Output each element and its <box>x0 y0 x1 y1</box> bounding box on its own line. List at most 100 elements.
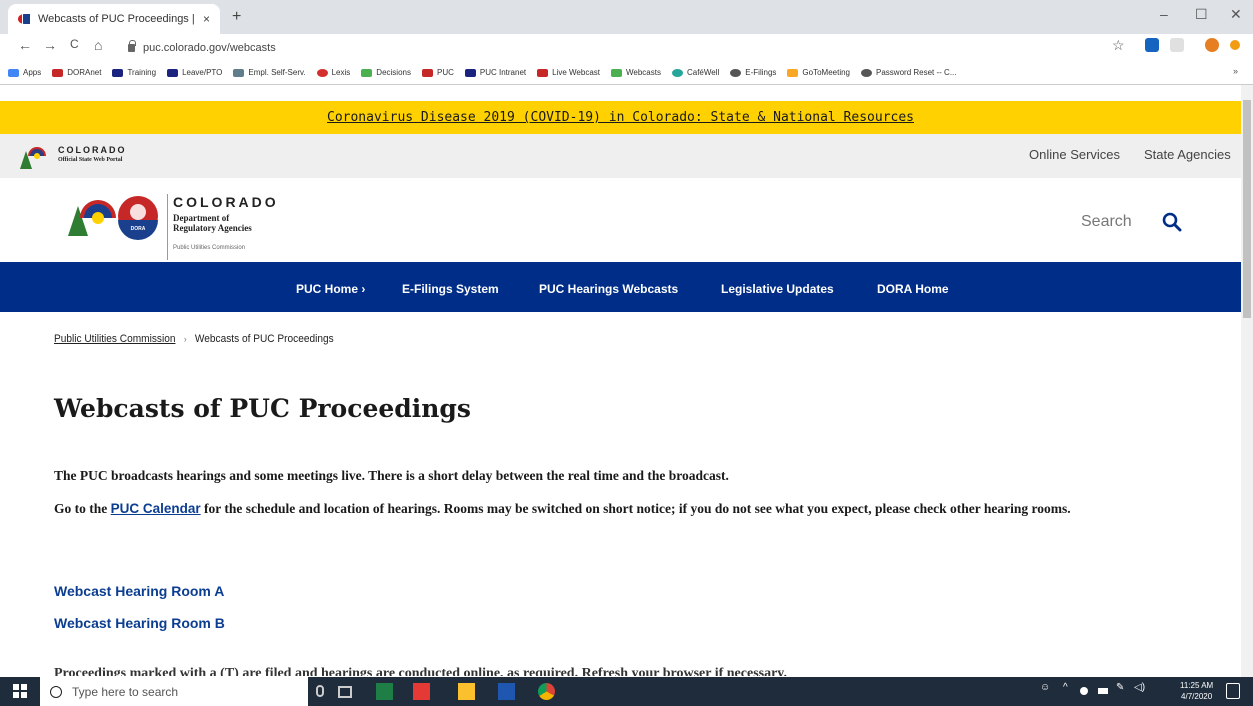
tab-title: Webcasts of PUC Proceedings | <box>38 13 195 25</box>
bookmark-item[interactable]: Lexis <box>316 68 350 77</box>
task-view-icon[interactable] <box>338 686 352 698</box>
maximize-icon[interactable]: ☐ <box>1195 6 1208 23</box>
page-title: Webcasts of PUC Proceedings <box>54 394 471 423</box>
taskbar-search-placeholder: Type here to search <box>72 684 179 699</box>
nav-puc-hearings-webcasts[interactable]: PUC Hearings Webcasts <box>539 282 678 296</box>
breadcrumb: Public Utilities Commission › Webcasts o… <box>54 333 334 345</box>
header-divider <box>167 194 168 260</box>
breadcrumb-current: Webcasts of PUC Proceedings <box>194 333 334 345</box>
profile-avatar[interactable] <box>1205 38 1219 52</box>
online-services-link[interactable]: Online Services <box>1029 147 1120 162</box>
department-name-line1: Department of <box>173 213 230 223</box>
portal-subtitle: Official State Web Portal <box>58 157 123 163</box>
colorado-portal-logo-icon[interactable] <box>20 143 52 169</box>
close-tab-icon[interactable]: × <box>203 12 210 26</box>
dora-logo-icon[interactable]: DORA <box>68 192 160 240</box>
new-tab-button[interactable]: + <box>232 8 241 26</box>
bookmark-item[interactable]: E-Filings <box>730 68 776 77</box>
bookmark-item[interactable]: Apps <box>8 68 41 77</box>
bookmark-item[interactable]: Webcasts <box>611 68 661 77</box>
bookmark-icon <box>421 68 433 77</box>
bookmark-item[interactable]: Password Reset -- C... <box>861 68 956 77</box>
browser-tab[interactable]: Webcasts of PUC Proceedings | × <box>8 4 220 34</box>
network-icon[interactable] <box>1080 687 1088 695</box>
site-favicon-icon <box>18 14 30 24</box>
bookmark-item[interactable]: Live Webcast <box>537 68 600 77</box>
bookmark-item[interactable]: Decisions <box>361 68 411 77</box>
bookmark-icon <box>671 68 683 77</box>
covid-resources-link[interactable]: Coronavirus Disease 2019 (COVID-19) in C… <box>327 110 914 125</box>
bookmark-item[interactable]: Empl. Self-Serv. <box>233 68 306 77</box>
microphone-icon[interactable] <box>316 685 324 697</box>
bookmark-icon <box>52 68 64 77</box>
department-name-line2: Regulatory Agencies <box>173 223 252 233</box>
cutoff-paragraph: Proceedings marked with a (T) are filed … <box>54 666 788 676</box>
nav-efilings-system[interactable]: E-Filings System <box>402 282 499 296</box>
bookmark-icon <box>167 68 179 77</box>
volume-icon[interactable]: ◁) <box>1134 682 1145 693</box>
bookmark-icon <box>233 68 245 77</box>
taskbar-search-input[interactable]: Type here to search <box>40 677 308 706</box>
bookmark-item[interactable]: Training <box>112 68 156 77</box>
bookmark-icon <box>361 68 373 77</box>
bookmark-icon <box>316 68 328 77</box>
url-text: puc.colorado.gov/webcasts <box>143 41 276 54</box>
hearing-room-b-link[interactable]: Webcast Hearing Room B <box>54 615 225 631</box>
nav-dora-home[interactable]: DORA Home <box>877 282 949 296</box>
breadcrumb-separator: › <box>183 334 187 344</box>
apps-grid-icon <box>8 68 19 77</box>
bookmark-item[interactable]: PUC Intranet <box>464 68 526 77</box>
excel-icon[interactable] <box>376 683 393 700</box>
bookmark-item[interactable]: PUC <box>421 68 454 77</box>
url-bar[interactable]: puc.colorado.gov/webcasts <box>120 37 1120 58</box>
intro-paragraph: The PUC broadcasts hearings and some mee… <box>54 468 729 483</box>
cortana-icon <box>50 685 62 698</box>
extension-puzzle-icon[interactable] <box>1170 38 1184 52</box>
breadcrumb-parent-link[interactable]: Public Utilities Commission <box>54 333 175 345</box>
taskbar-clock[interactable]: 11:25 AM 4/7/2020 <box>1180 680 1213 702</box>
back-icon[interactable]: ← <box>18 37 32 53</box>
file-explorer-icon[interactable] <box>458 683 475 700</box>
home-icon[interactable]: ⌂ <box>94 37 102 53</box>
minimize-icon[interactable]: – <box>1160 6 1168 22</box>
more-bookmarks-icon[interactable]: » <box>1233 66 1238 76</box>
globe-icon <box>861 68 873 77</box>
reload-icon[interactable]: C <box>70 37 79 51</box>
pen-icon[interactable]: ✎ <box>1116 682 1124 693</box>
people-icon[interactable]: ☺ <box>1040 682 1050 693</box>
word-icon[interactable] <box>498 683 515 700</box>
acrobat-icon[interactable] <box>413 683 430 700</box>
lock-icon <box>128 39 136 52</box>
battery-icon[interactable] <box>1098 688 1108 694</box>
bookmark-item[interactable]: DORAnet <box>52 68 101 77</box>
bookmark-icon <box>464 68 476 77</box>
bookmark-star-icon[interactable]: ☆ <box>1112 37 1125 54</box>
update-icon[interactable] <box>1230 40 1240 50</box>
bookmark-icon <box>611 68 622 77</box>
windows-start-icon[interactable] <box>13 684 27 698</box>
division-name: Public Utilities Commission <box>173 245 246 251</box>
puc-calendar-link[interactable]: PUC Calendar <box>111 501 201 516</box>
bookmark-icon <box>537 68 549 77</box>
search-icon[interactable] <box>1162 212 1182 232</box>
nav-legislative-updates[interactable]: Legislative Updates <box>721 282 834 296</box>
bookmark-item[interactable]: Leave/PTO <box>167 68 222 77</box>
nav-puc-home[interactable]: PUC Home › <box>296 282 365 296</box>
state-agencies-link[interactable]: State Agencies <box>1144 147 1231 162</box>
bookmark-icon <box>112 68 124 77</box>
chrome-icon[interactable] <box>538 683 555 700</box>
bookmark-item[interactable]: GoToMeeting <box>787 68 850 77</box>
department-name: Department of Regulatory Agencies <box>173 213 252 233</box>
clock-time: 11:25 AM <box>1180 681 1214 690</box>
bookmark-item[interactable]: CaféWell <box>671 68 719 77</box>
hearing-room-a-link[interactable]: Webcast Hearing Room A <box>54 583 224 599</box>
covid-banner: Coronavirus Disease 2019 (COVID-19) in C… <box>0 101 1241 134</box>
search-label[interactable]: Search <box>1081 213 1132 231</box>
close-window-icon[interactable]: ✕ <box>1230 6 1242 23</box>
notifications-icon[interactable] <box>1226 683 1240 699</box>
forward-icon[interactable]: → <box>43 37 57 53</box>
globe-icon <box>730 68 742 77</box>
extension-icon[interactable] <box>1145 38 1159 52</box>
tray-chevron-icon[interactable]: ^ <box>1063 682 1068 693</box>
scrollbar-thumb[interactable] <box>1243 100 1251 318</box>
